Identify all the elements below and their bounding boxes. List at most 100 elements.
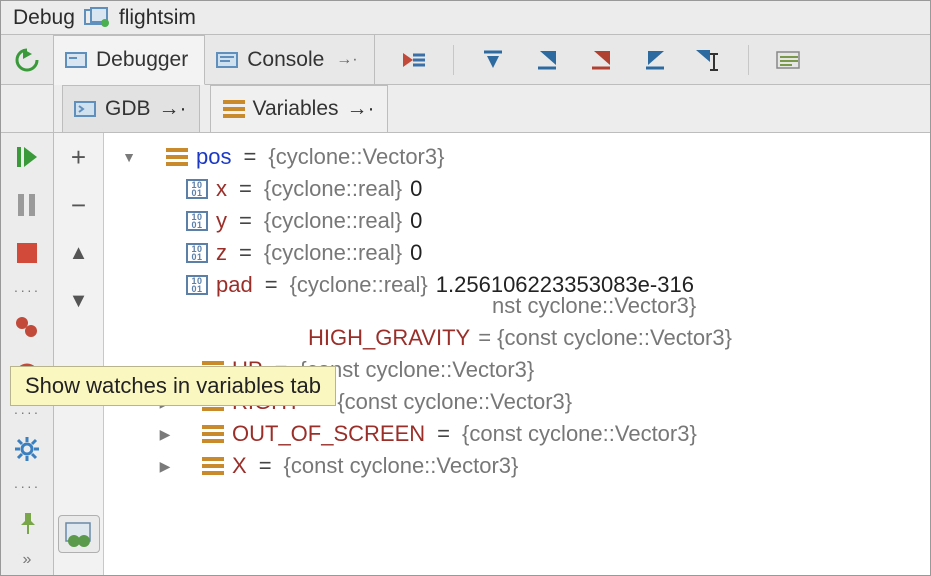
debugger-icon	[66, 51, 88, 69]
equals: =	[239, 208, 252, 234]
frames-toolbar: GDB →· Variables →·	[1, 85, 930, 133]
var-name: pad	[216, 272, 253, 298]
var-type: = {const cyclone::Vector3}	[478, 325, 732, 351]
variables-icon	[223, 100, 245, 118]
step-out-button[interactable]	[640, 45, 670, 75]
pin-icon[interactable]: →·	[347, 97, 375, 121]
var-type: {cyclone::Vector3}	[268, 144, 444, 170]
settings-button[interactable]	[12, 435, 42, 463]
separator	[748, 45, 749, 75]
tab-debugger-label: Debugger	[96, 48, 188, 72]
var-name-fragment: HIGH_GRAVITY	[308, 325, 470, 351]
show-execution-point-button[interactable]	[399, 45, 429, 75]
pin-icon[interactable]: →·	[159, 97, 187, 121]
disclosure-closed-icon[interactable]: ▶	[156, 426, 174, 443]
tree-row[interactable]: 1001 y = {cyclone::real} 0	[112, 205, 930, 237]
var-type: {cyclone::real}	[264, 176, 402, 202]
titlebar: Debug flightsim	[1, 1, 930, 35]
var-type-fragment: nst cyclone::Vector3}	[492, 293, 696, 319]
tab-console-label: Console	[247, 48, 324, 72]
view-breakpoints-button[interactable]	[12, 313, 42, 341]
equals: =	[239, 176, 252, 202]
tree-row[interactable]: 1001 x = {cyclone::real} 0	[112, 173, 930, 205]
console-icon	[217, 51, 239, 69]
var-name: z	[216, 240, 227, 266]
var-name: pos	[196, 144, 231, 170]
var-type: {cyclone::real}	[264, 208, 402, 234]
run-to-cursor-button[interactable]	[694, 45, 724, 75]
more-button[interactable]: »	[23, 551, 32, 569]
tooltip-text: Show watches in variables tab	[25, 373, 321, 398]
var-type: {cyclone::real}	[264, 240, 402, 266]
watches-icon	[64, 521, 94, 547]
new-watch-button[interactable]: +	[64, 143, 94, 171]
var-type: {cyclone::real}	[290, 272, 428, 298]
struct-icon	[202, 425, 224, 443]
terminal-icon	[75, 100, 97, 118]
step-toolbar	[375, 35, 803, 84]
separator-dots: ····	[14, 409, 41, 415]
variables-tree[interactable]: ▼ pos = {cyclone::Vector3} 1001 x = {cyc…	[104, 133, 930, 575]
equals: =	[243, 144, 256, 170]
show-watches-button[interactable]	[58, 515, 100, 553]
var-name: y	[216, 208, 227, 234]
tab-console[interactable]: Console →·	[205, 35, 374, 84]
move-up-button[interactable]: ▲	[64, 239, 94, 267]
tab-debugger[interactable]: Debugger	[54, 35, 205, 85]
primitive-icon: 1001	[186, 179, 208, 199]
step-over-button[interactable]	[478, 45, 508, 75]
separator-dots: ····	[14, 483, 41, 489]
separator-dots: ····	[14, 287, 41, 293]
tab-gdb-label: GDB	[105, 97, 151, 121]
evaluate-expression-button[interactable]	[773, 45, 803, 75]
primitive-icon: 1001	[186, 211, 208, 231]
project-name: flightsim	[119, 6, 196, 30]
var-value: 0	[410, 176, 422, 202]
pause-button[interactable]	[12, 191, 42, 219]
disclosure-closed-icon[interactable]: ▶	[156, 458, 174, 475]
tree-row[interactable]: ▶ X = {const cyclone::Vector3}	[112, 450, 930, 482]
tab-gdb[interactable]: GDB →·	[62, 85, 200, 132]
equals: =	[259, 453, 272, 479]
tree-row[interactable]: 1001 z = {cyclone::real} 0	[112, 237, 930, 269]
tree-row[interactable]: HIGH_GRAVITY = {const cyclone::Vector3}	[112, 322, 930, 354]
equals: =	[239, 240, 252, 266]
project-icon	[85, 8, 109, 28]
struct-icon	[166, 148, 188, 166]
resume-button[interactable]	[12, 143, 42, 171]
disclosure-open-icon[interactable]: ▼	[120, 149, 138, 165]
primary-tabs: Debugger Console →·	[54, 35, 375, 84]
view-title: Debug	[13, 6, 75, 30]
step-into-button[interactable]	[532, 45, 562, 75]
tree-row[interactable]: ▶ OUT_OF_SCREEN = {const cyclone::Vector…	[112, 418, 930, 450]
tab-variables-label: Variables	[253, 97, 339, 121]
equals: =	[437, 421, 450, 447]
var-value: 0	[410, 208, 422, 234]
tab-variables[interactable]: Variables →·	[210, 85, 388, 132]
var-name: X	[232, 453, 247, 479]
primitive-icon: 1001	[186, 275, 208, 295]
remove-watch-button[interactable]: −	[64, 191, 94, 219]
var-name: x	[216, 176, 227, 202]
move-down-button[interactable]: ▼	[64, 287, 94, 315]
var-value: 0	[410, 240, 422, 266]
var-type: {const cyclone::Vector3}	[337, 389, 572, 415]
run-gutter: ···· ···· ···· »	[1, 133, 54, 575]
separator	[453, 45, 454, 75]
stop-button[interactable]	[12, 239, 42, 267]
struct-icon	[202, 457, 224, 475]
rerun-button[interactable]	[12, 45, 42, 75]
var-type: {const cyclone::Vector3}	[284, 453, 519, 479]
force-step-into-button[interactable]	[586, 45, 616, 75]
rerun-gutter	[1, 35, 54, 84]
watch-gutter: + − ▲ ▼	[54, 133, 104, 575]
debugger-toolbar: Debugger Console →·	[1, 35, 930, 85]
tree-row[interactable]: ▼ pos = {cyclone::Vector3}	[112, 141, 930, 173]
var-type: {const cyclone::Vector3}	[462, 421, 697, 447]
primitive-icon: 1001	[186, 243, 208, 263]
pin-tab-button[interactable]	[12, 509, 42, 537]
pin-icon[interactable]: →·	[336, 51, 357, 69]
equals: =	[265, 272, 278, 298]
var-name: OUT_OF_SCREEN	[232, 421, 425, 447]
main-area: ···· ···· ···· » + − ▲ ▼ ▼	[1, 133, 930, 575]
